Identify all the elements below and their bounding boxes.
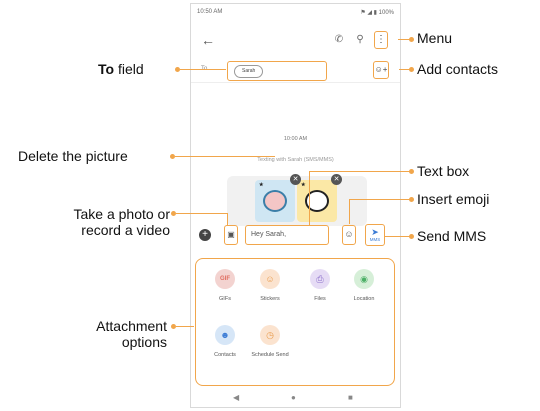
callout-take-photo-line2: record a video bbox=[81, 222, 170, 238]
callout-line bbox=[309, 171, 310, 225]
callout-insert-emoji: Insert emoji bbox=[417, 191, 490, 207]
callout-attachment-options: Attachment options bbox=[60, 318, 167, 350]
callout-dot bbox=[171, 324, 176, 329]
attachment-option-label: Contacts bbox=[214, 352, 236, 358]
callout-dot bbox=[409, 67, 414, 72]
status-indicators: ⚑ ◢ ▮ 100% bbox=[360, 10, 394, 16]
annotated-screenshot: 10:50 AM ⚑ ◢ ▮ 100% ← ✆ ⚲ ⋮ To Sarah ☺+ … bbox=[0, 0, 540, 411]
add-icon[interactable]: + bbox=[199, 229, 211, 241]
attachment-option-contacts[interactable]: ☻ Contacts bbox=[205, 325, 245, 359]
attachment-option-schedule-send[interactable]: ◷ Schedule Send bbox=[250, 325, 290, 359]
callout-dot bbox=[170, 154, 175, 159]
nav-home-icon[interactable]: ● bbox=[291, 393, 296, 402]
callout-dot bbox=[409, 169, 414, 174]
to-field[interactable]: Sarah bbox=[227, 61, 327, 81]
delete-picture-icon[interactable]: ✕ bbox=[290, 174, 301, 185]
phone-call-icon[interactable]: ✆ bbox=[333, 34, 345, 46]
paperclip-icon: ⎙ bbox=[310, 269, 330, 289]
callout-line bbox=[227, 213, 228, 225]
nav-back-icon[interactable]: ◀ bbox=[233, 393, 239, 402]
callout-to-field-bold: To bbox=[98, 61, 115, 77]
callout-delete-picture: Delete the picture bbox=[18, 148, 128, 164]
compose-bar: + ▣ Hey Sarah, ☺ ➤ MMS bbox=[191, 222, 400, 248]
attachment-option-gifs[interactable]: GIF GIFs bbox=[205, 269, 245, 303]
callout-line bbox=[180, 69, 226, 70]
callout-to-field: To field bbox=[98, 61, 144, 77]
attachment-option-label: Stickers bbox=[260, 296, 280, 302]
phone-screen: 10:50 AM ⚑ ◢ ▮ 100% ← ✆ ⚲ ⋮ To Sarah ☺+ … bbox=[190, 3, 401, 408]
message-text-box[interactable]: Hey Sarah, bbox=[245, 225, 329, 245]
add-contacts-icon[interactable]: ☺+ bbox=[373, 61, 389, 79]
callout-to-field-rest: field bbox=[114, 61, 144, 77]
attachment-option-stickers[interactable]: ☺ Stickers bbox=[250, 269, 290, 303]
clock-icon: ◷ bbox=[260, 325, 280, 345]
callout-dot bbox=[171, 211, 176, 216]
callout-dot bbox=[409, 234, 414, 239]
callout-line bbox=[176, 326, 194, 327]
send-mms-label: MMS bbox=[369, 237, 381, 242]
emoji-icon[interactable]: ☺ bbox=[342, 225, 356, 245]
callout-add-contacts: Add contacts bbox=[417, 61, 498, 77]
system-nav-bar: ◀ ● ■ bbox=[191, 389, 400, 407]
delete-picture-icon[interactable]: ✕ bbox=[331, 174, 342, 185]
recipient-row: To Sarah ☺+ bbox=[191, 60, 400, 83]
picture-caption-mark: ★ bbox=[259, 182, 264, 188]
attachment-preview: ★ ★ ✕ ✕ bbox=[227, 174, 367, 226]
callout-dot bbox=[175, 67, 180, 72]
more-menu-icon[interactable]: ⋮ bbox=[374, 31, 388, 49]
message-timestamp: 10:00 AM bbox=[283, 136, 308, 142]
callout-dot bbox=[409, 37, 414, 42]
status-time: 10:50 AM bbox=[197, 9, 223, 15]
picture-caption-mark: ★ bbox=[301, 182, 306, 188]
callout-text-box: Text box bbox=[417, 163, 470, 179]
attachment-option-files[interactable]: ⎙ Files bbox=[300, 269, 340, 303]
attachment-option-label: GIFs bbox=[219, 296, 231, 302]
attachment-option-label: Location bbox=[353, 296, 375, 302]
gif-icon: GIF bbox=[215, 269, 235, 289]
callout-dot bbox=[409, 197, 414, 202]
callout-line bbox=[349, 199, 412, 200]
send-icon: ➤ bbox=[371, 227, 379, 237]
picture-figure bbox=[263, 190, 287, 212]
attachment-option-location[interactable]: ◉ Location bbox=[344, 269, 384, 303]
send-mms-button[interactable]: ➤ MMS bbox=[365, 224, 385, 246]
sticker-icon: ☺ bbox=[260, 269, 280, 289]
messaging-mode-text: Texting with Sarah (SMS/MMS) bbox=[257, 157, 334, 163]
nav-recents-icon[interactable]: ■ bbox=[348, 393, 353, 402]
recipient-chip[interactable]: Sarah bbox=[234, 65, 264, 78]
callout-attachment-line2: options bbox=[121, 334, 167, 350]
search-icon[interactable]: ⚲ bbox=[354, 34, 366, 46]
attachment-options-panel: GIF GIFs ☺ Stickers ⎙ Files ◉ Location ☻… bbox=[195, 258, 395, 386]
conversation-toolbar: ← ✆ ⚲ ⋮ bbox=[191, 26, 400, 54]
callout-line bbox=[176, 213, 227, 214]
attachment-option-label: Files bbox=[314, 296, 326, 302]
callout-line bbox=[175, 156, 275, 157]
callout-send-mms: Send MMS bbox=[417, 228, 487, 244]
callout-take-photo: Take a photo or record a video bbox=[30, 206, 170, 238]
status-bar: 10:50 AM ⚑ ◢ ▮ 100% bbox=[191, 4, 400, 20]
callout-line bbox=[385, 236, 412, 237]
location-pin-icon: ◉ bbox=[354, 269, 374, 289]
attached-picture[interactable]: ★ bbox=[255, 180, 295, 222]
callout-line bbox=[349, 199, 350, 224]
back-arrow-icon[interactable]: ← bbox=[201, 33, 215, 47]
contact-icon: ☻ bbox=[215, 325, 235, 345]
callout-line bbox=[309, 171, 412, 172]
attachment-option-label: Schedule Send bbox=[251, 352, 289, 358]
camera-icon[interactable]: ▣ bbox=[224, 225, 238, 245]
callout-take-photo-line1: Take a photo or bbox=[73, 206, 170, 222]
callout-menu: Menu bbox=[417, 30, 453, 46]
attached-picture[interactable]: ★ bbox=[297, 180, 337, 222]
callout-attachment-line1: Attachment bbox=[96, 318, 167, 334]
